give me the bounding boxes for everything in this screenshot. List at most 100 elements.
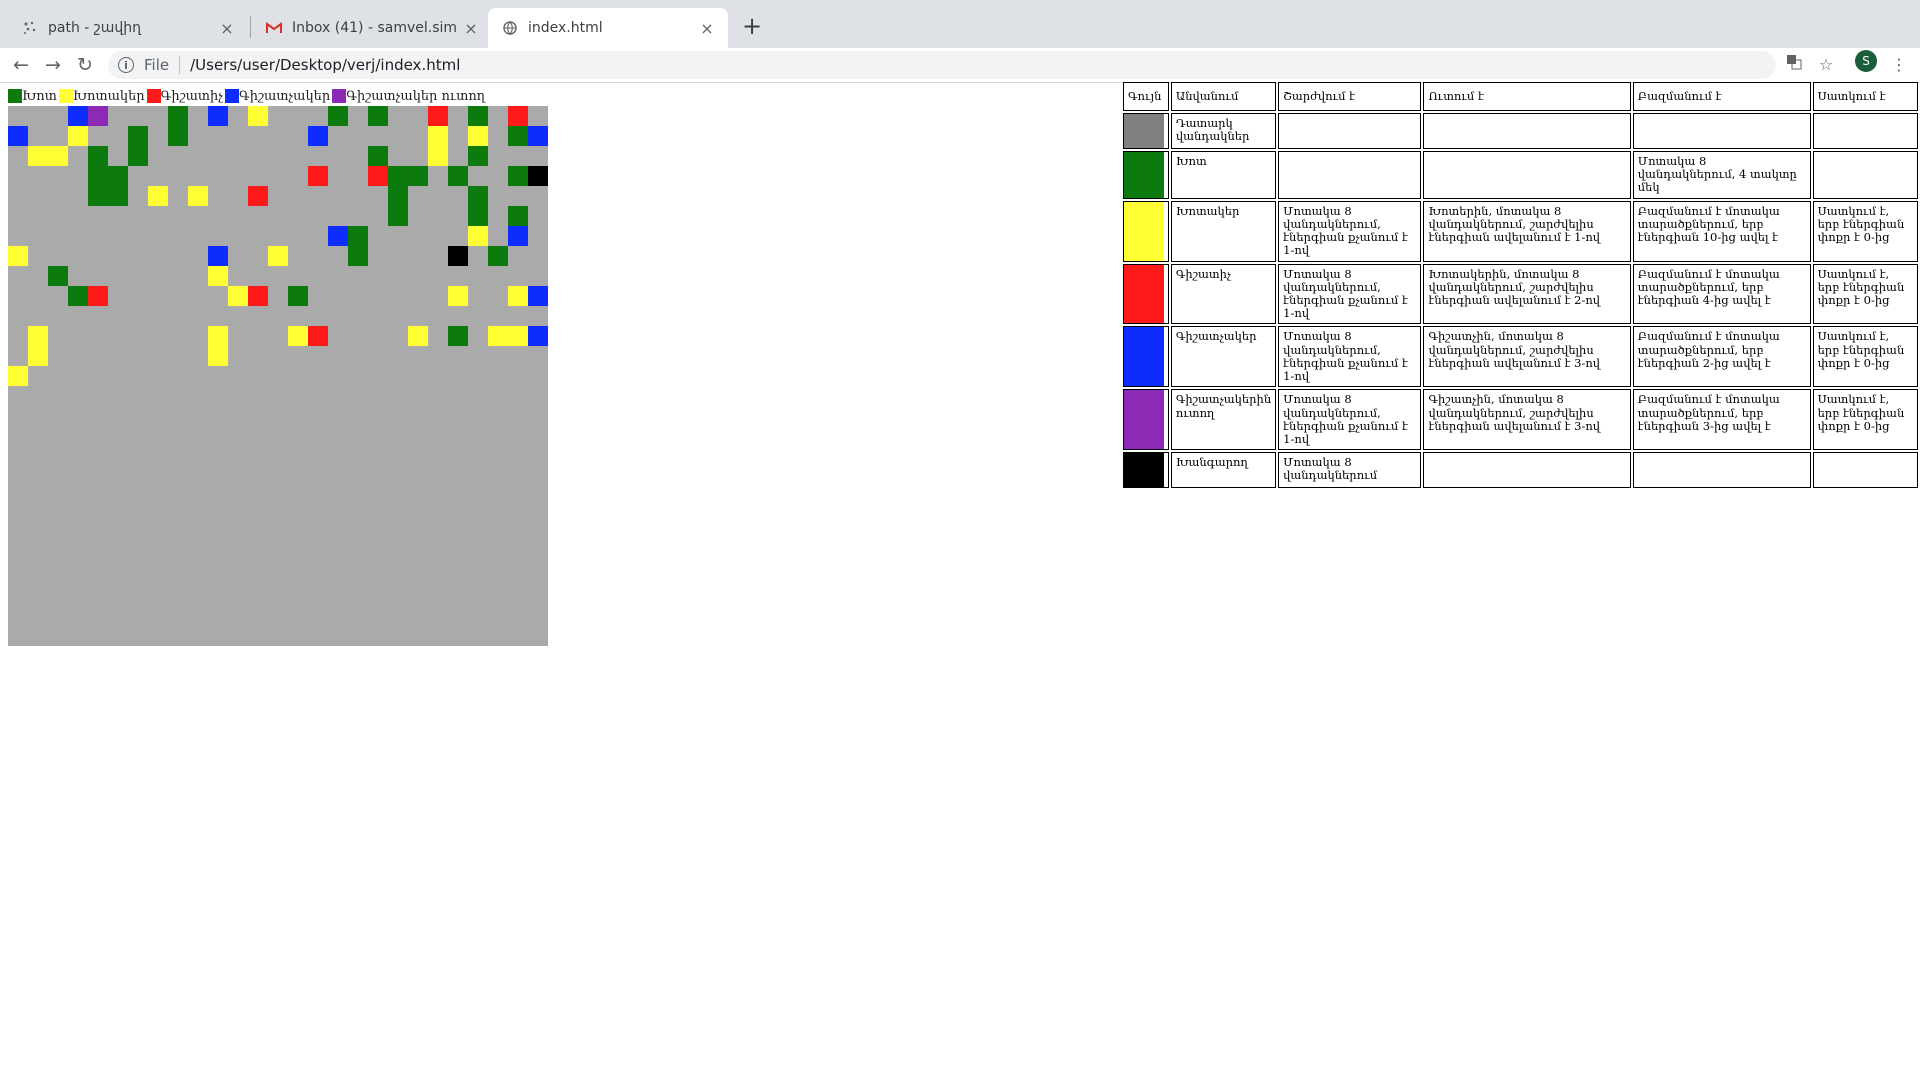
grid-cell xyxy=(328,246,348,266)
grid-cell xyxy=(448,446,468,466)
grid-cell xyxy=(188,226,208,246)
grid-cell xyxy=(488,306,508,326)
grid-cell xyxy=(168,106,188,126)
grid-cell xyxy=(488,566,508,586)
menu-kebab-icon[interactable]: ⋮ xyxy=(1887,53,1911,77)
grid-cell xyxy=(328,566,348,586)
grid-cell xyxy=(328,126,348,146)
color-swatch xyxy=(1124,327,1164,387)
star-icon[interactable]: ☆ xyxy=(1814,53,1838,77)
grid-cell xyxy=(248,226,268,246)
grid-cell xyxy=(88,346,108,366)
grid-cell xyxy=(88,406,108,426)
grid-cell xyxy=(328,286,348,306)
grid-cell xyxy=(528,366,548,386)
grid-cell xyxy=(488,186,508,206)
grid-cell xyxy=(448,206,468,226)
grid-cell xyxy=(388,406,408,426)
grid-cell xyxy=(328,226,348,246)
tab-title: path - շավիղ xyxy=(48,20,142,36)
close-icon[interactable]: × xyxy=(462,19,480,38)
grid-cell xyxy=(148,186,168,206)
table-row: Խոտ Մոտակա 8 վանդակներում, 4 տակտը մեկ xyxy=(1123,151,1918,199)
grid-cell xyxy=(48,426,68,446)
grid-cell xyxy=(428,386,448,406)
grid-cell xyxy=(488,246,508,266)
grid-cell xyxy=(308,206,328,226)
info-icon[interactable]: i xyxy=(118,57,134,73)
forward-icon[interactable]: → xyxy=(40,52,66,78)
grid-cell xyxy=(328,206,348,226)
grid-cell xyxy=(328,426,348,446)
grid-cell xyxy=(348,146,368,166)
color-swatch xyxy=(1124,152,1164,198)
grid-cell xyxy=(108,526,128,546)
back-icon[interactable]: ← xyxy=(8,52,34,78)
grid-cell xyxy=(8,486,28,506)
grid-cell xyxy=(368,406,388,426)
grid-cell xyxy=(128,586,148,606)
grid-cell xyxy=(528,326,548,346)
close-icon[interactable]: × xyxy=(698,19,716,38)
tab-path[interactable]: path - շավիղ × xyxy=(8,8,248,48)
grid-cell xyxy=(48,486,68,506)
grid-cell xyxy=(408,306,428,326)
address-bar[interactable]: i File /Users/user/Desktop/verj/index.ht… xyxy=(108,51,1776,79)
grid-cell xyxy=(468,306,488,326)
url-text[interactable]: /Users/user/Desktop/verj/index.html xyxy=(190,56,460,74)
grid-cell xyxy=(308,566,328,586)
grid-cell xyxy=(128,126,148,146)
grid-cell xyxy=(508,146,528,166)
gmail-icon xyxy=(266,20,282,36)
grid-cell xyxy=(248,446,268,466)
grid-cell xyxy=(488,626,508,646)
grid-cell xyxy=(8,366,28,386)
grid-cell xyxy=(228,566,248,586)
grid-cell xyxy=(28,246,48,266)
grid-cell xyxy=(328,186,348,206)
grid-cell xyxy=(448,286,468,306)
grid-cell xyxy=(108,446,128,466)
grid-cell xyxy=(108,286,128,306)
grid-cell xyxy=(108,606,128,626)
grid-cell xyxy=(328,346,348,366)
grid-cell xyxy=(348,246,368,266)
cell-eats xyxy=(1423,452,1631,489)
grid-cell xyxy=(168,406,188,426)
grid-cell xyxy=(168,626,188,646)
grid-cell xyxy=(388,606,408,626)
grid-cell xyxy=(468,366,488,386)
grid-cell xyxy=(408,486,428,506)
grid-cell xyxy=(328,146,348,166)
new-tab-button[interactable]: + xyxy=(738,13,766,39)
translate-icon[interactable] xyxy=(1782,53,1806,77)
grid-cell xyxy=(468,286,488,306)
grid-cell xyxy=(388,366,408,386)
grid-cell xyxy=(268,626,288,646)
legend-label: Գիշատիչ xyxy=(160,88,224,104)
grid-cell xyxy=(68,226,88,246)
tab-index[interactable]: index.html × xyxy=(488,8,728,48)
grid-cell xyxy=(228,286,248,306)
grid-cell xyxy=(28,506,48,526)
grid-cell xyxy=(148,206,168,226)
grid-cell xyxy=(408,526,428,546)
grid-cell xyxy=(448,266,468,286)
grid-cell xyxy=(88,146,108,166)
grid-cell xyxy=(428,126,448,146)
grid-cell xyxy=(308,126,328,146)
grid-cell xyxy=(448,486,468,506)
grid-cell xyxy=(348,426,368,446)
close-icon[interactable]: × xyxy=(218,19,236,38)
grid-cell xyxy=(108,506,128,526)
grid-cell xyxy=(468,126,488,146)
grid-cell xyxy=(288,126,308,146)
grid-cell xyxy=(268,206,288,226)
avatar[interactable]: S xyxy=(1855,50,1877,72)
grid-cell xyxy=(328,506,348,526)
grid-cell xyxy=(28,526,48,546)
grid-cell xyxy=(8,206,28,226)
tab-inbox[interactable]: Inbox (41) - samvel.simonyan.y × xyxy=(252,8,492,48)
reload-icon[interactable]: ↻ xyxy=(72,52,98,78)
grid-cell xyxy=(508,586,528,606)
